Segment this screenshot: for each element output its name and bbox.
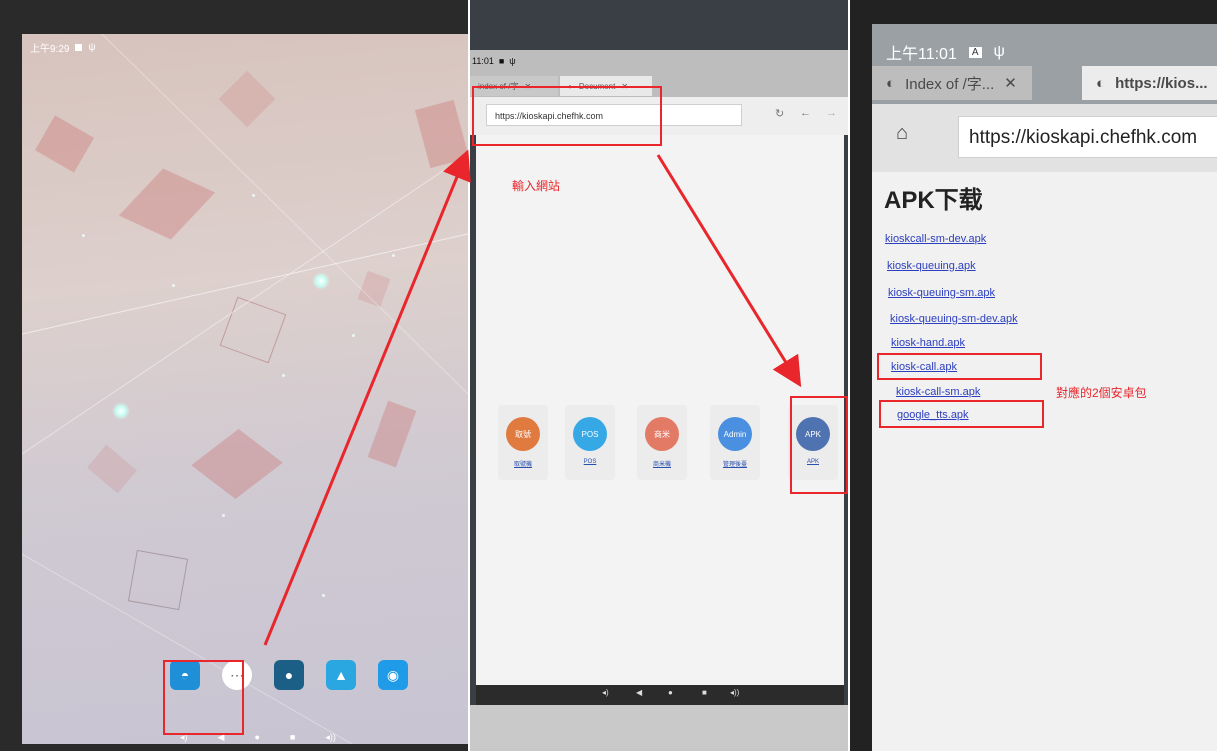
notification-icon: ■ xyxy=(498,56,505,66)
star xyxy=(352,334,355,337)
forward-arrow-icon[interactable]: → xyxy=(826,107,837,119)
wallpaper-lines xyxy=(22,34,468,744)
card-pos[interactable]: POS POS xyxy=(565,405,615,480)
usb-icon: ψ xyxy=(993,43,1005,60)
page-content xyxy=(872,172,1217,751)
highlight-kiosk-call-box xyxy=(877,353,1042,380)
usb-icon: ψ xyxy=(509,56,516,66)
card-link[interactable]: 商米機 xyxy=(653,459,671,468)
browser-launch-photo: 11:01 ■ ψ index of /字 ✕ ◐ Document ✕ htt… xyxy=(470,0,848,751)
home-icon[interactable]: ● xyxy=(254,732,259,743)
highlight-url-box xyxy=(472,86,662,146)
volume-up-icon[interactable]: ◂)) xyxy=(325,732,336,743)
annotation-two-apks: 對應的2個安卓包 xyxy=(1056,386,1147,400)
page-title: APK下载 xyxy=(884,187,983,214)
star xyxy=(282,374,285,377)
globe-icon: ◐ xyxy=(1096,74,1106,92)
status-time: 上午11:01 xyxy=(886,46,957,63)
apk-link[interactable]: kiosk-queuing-sm-dev.apk xyxy=(890,313,1018,325)
tab-label: https://kios... xyxy=(1115,74,1208,92)
sparkle xyxy=(312,272,330,290)
sparkle xyxy=(112,402,130,420)
tab-kioskapi[interactable]: ◐ https://kios... xyxy=(1082,66,1217,100)
close-icon[interactable]: ✕ xyxy=(1004,74,1017,92)
apk-link[interactable]: kiosk-queuing.apk xyxy=(887,260,976,272)
card-sunmi[interactable]: 商米 商米機 xyxy=(637,405,687,480)
reload-icon[interactable]: ↻ xyxy=(775,107,784,120)
volume-down-icon[interactable]: ◂) xyxy=(602,688,609,697)
status-bar: 上午11:01 A ψ xyxy=(886,40,1005,64)
camera-round-icon[interactable]: ● xyxy=(274,660,304,690)
annotation-enter-site: 輸入網站 xyxy=(512,179,561,193)
volume-up-icon[interactable]: ◂)) xyxy=(730,688,739,697)
highlight-browser-box xyxy=(163,660,244,735)
apk-index-photo: 上午11:01 A ψ ◐ Index of /字... ✕ ◐ https:/… xyxy=(850,0,1217,751)
star xyxy=(252,194,255,197)
card-link[interactable]: 管理後臺 xyxy=(723,459,747,468)
back-arrow-icon[interactable]: ← xyxy=(800,107,811,119)
url-input[interactable]: https://kioskapi.chefhk.com xyxy=(958,116,1217,158)
tab-index[interactable]: ◐ Index of /字... ✕ xyxy=(872,66,1032,100)
star xyxy=(82,234,85,237)
star xyxy=(222,514,225,517)
status-time: 11:01 xyxy=(472,56,494,66)
card-circle: 取號 xyxy=(506,417,540,451)
home-icon[interactable]: ⌂ xyxy=(896,122,908,145)
card-circle: 商米 xyxy=(645,417,679,451)
tab-label: Index of /字... xyxy=(905,75,995,93)
apk-link[interactable]: kiosk-hand.apk xyxy=(891,337,965,349)
nav-bar: ◂) ◀ ● ■ ◂)) xyxy=(476,685,844,705)
address-bar: ⌂ https://kioskapi.chefhk.com xyxy=(872,104,1217,172)
highlight-apk-box xyxy=(790,396,848,494)
recents-icon[interactable]: ■ xyxy=(290,732,295,743)
star xyxy=(392,254,395,257)
card-link[interactable]: POS xyxy=(584,459,597,465)
card-link[interactable]: 取號機 xyxy=(514,459,532,468)
card-ticket[interactable]: 取號 取號機 xyxy=(498,405,548,480)
card-admin[interactable]: Admin 管理後臺 xyxy=(710,405,760,480)
apk-link[interactable]: kioskcall-sm-dev.apk xyxy=(885,233,986,245)
android-home-screen: 上午9:29 ψ xyxy=(22,34,468,744)
apk-link[interactable]: kiosk-queuing-sm.apk xyxy=(888,287,995,299)
back-icon[interactable]: ◀ xyxy=(636,688,642,697)
device-bezel xyxy=(470,705,848,751)
gallery-icon[interactable]: ▲ xyxy=(326,660,356,690)
apk-link[interactable]: kiosk-call-sm.apk xyxy=(896,386,980,398)
camera-icon[interactable]: ◉ xyxy=(378,660,408,690)
recents-icon[interactable]: ■ xyxy=(702,688,707,697)
home-screen-photo: 上午9:29 ψ ◓ ⋯ ● ▲ ◉ ◂) ◀ ● ■ ◂)) xyxy=(0,0,468,751)
home-icon[interactable]: ● xyxy=(668,688,673,697)
star xyxy=(172,284,175,287)
highlight-google-tts-box xyxy=(879,400,1044,428)
star xyxy=(322,594,325,597)
globe-icon: ◐ xyxy=(886,74,896,92)
card-circle: POS xyxy=(573,417,607,451)
status-bar: 11:01 ■ ψ xyxy=(472,56,516,66)
notification-icon: A xyxy=(968,46,982,58)
card-circle: Admin xyxy=(718,417,752,451)
